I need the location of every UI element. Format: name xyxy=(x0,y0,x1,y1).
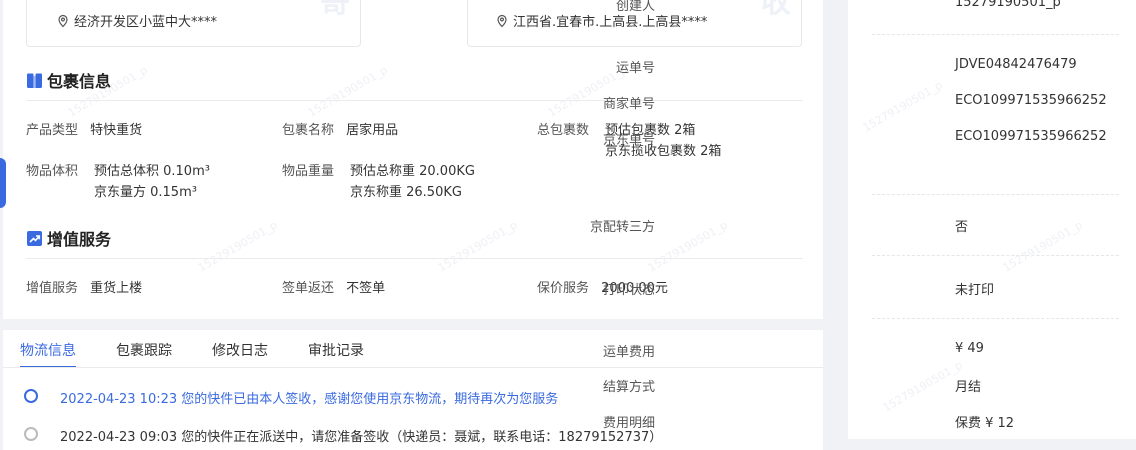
total-packages-label: 总包裹数 xyxy=(537,123,590,138)
waybill-fee-value: ¥ 49 xyxy=(955,341,984,356)
service-value: 重货上楼 xyxy=(90,281,143,296)
tab-change-log[interactable]: 修改日志 xyxy=(212,340,268,368)
sender-address: 经济开发区小蓝中大**** xyxy=(56,11,217,30)
tab-logistics-info[interactable]: 物流信息 xyxy=(20,340,76,368)
divider xyxy=(872,255,1119,257)
watermark: 15279190501_p xyxy=(195,218,280,275)
watermark: 15279190501_p xyxy=(880,358,965,415)
sender-address-text: 经济开发区小蓝中大**** xyxy=(74,15,218,30)
watermark: 15279190501_p xyxy=(1000,218,1085,275)
value-added-section-title: 增值服务 xyxy=(26,226,111,250)
weight-label-field: 物品重量 xyxy=(282,161,334,182)
jd-no-value: ECO109971535966252 xyxy=(955,129,1107,144)
settlement-value: 月结 xyxy=(955,380,982,395)
volume-measured: 京东量方 0.15m³ xyxy=(94,185,197,200)
product-type-label: 产品类型 xyxy=(26,123,79,138)
tab-package-tracking[interactable]: 包裹跟踪 xyxy=(116,340,172,368)
waybill-no-value: JDVE04842476479 xyxy=(955,57,1077,72)
volume-label: 物品体积 xyxy=(26,164,79,179)
fee-detail-value: 保费 ¥ 12 xyxy=(955,416,1015,431)
third-party-value: 否 xyxy=(955,220,969,235)
package-section-title-text: 包裹信息 xyxy=(47,72,112,91)
merchant-no-label: 商家单号 xyxy=(602,97,655,112)
location-pin-icon xyxy=(497,14,507,27)
tab-approval-records[interactable]: 审批记录 xyxy=(308,340,364,368)
waybill-no-label: 运单号 xyxy=(615,61,655,76)
package-section-title: 包裹信息 xyxy=(26,68,111,92)
log-entry: 2022-04-23 10:23 您的快件已由本人签收，感谢您使用京东物流，期待… xyxy=(60,392,559,407)
settlement-label: 结算方式 xyxy=(602,380,655,395)
package-name-value: 居家用品 xyxy=(346,123,399,138)
divider xyxy=(3,367,823,368)
divider xyxy=(26,100,803,101)
print-status-label: 打印状态 xyxy=(602,283,655,298)
receiver-address-text: 江西省.宜春市.上高县.上高县**** xyxy=(513,15,708,30)
volume-values: 预估总体积 0.10m³ 京东量方 0.15m³ xyxy=(94,161,210,203)
receiver-address: 江西省.宜春市.上高县.上高县**** xyxy=(495,11,707,30)
log-entry: 2022-04-23 09:03 您的快件正在派送中，请您准备签收（快递员：聂斌… xyxy=(60,430,663,445)
creator-value: 15279190501_p xyxy=(955,0,1061,10)
jd-no-label: 京东单号 xyxy=(602,133,655,148)
service-label: 增值服务 xyxy=(26,281,79,296)
receiver-badge: 收 xyxy=(761,0,791,20)
total-packages-field: 总包裹数 xyxy=(537,120,589,141)
log-tabs: 物流信息 包裹跟踪 修改日志 审批记录 xyxy=(20,340,404,368)
print-status-value: 未打印 xyxy=(955,283,995,298)
divider xyxy=(872,318,1119,320)
sender-card: 寄 经济开发区小蓝中大**** xyxy=(26,0,361,47)
watermark: 15279190501_p xyxy=(645,218,730,275)
sender-badge: 寄 xyxy=(320,0,350,20)
sign-return-value: 不签单 xyxy=(346,281,386,296)
sign-return-field: 签单返还 不签单 xyxy=(282,278,385,299)
product-type-value: 特快重货 xyxy=(90,123,143,138)
divider xyxy=(26,258,803,259)
timeline-dot xyxy=(24,389,38,403)
volume-estimated: 预估总体积 0.10m³ xyxy=(94,164,210,179)
weight-measured: 京东称重 26.50KG xyxy=(350,185,462,200)
watermark: 15279190501_p xyxy=(435,218,520,275)
weight-values: 预估总称重 20.00KG 京东称重 26.50KG xyxy=(350,161,475,203)
order-detail-panel: 寄 经济开发区小蓝中大**** 收 江西省.宜春市.上高县.上高县**** 包裹… xyxy=(3,0,823,319)
creator-label: 创建人 xyxy=(615,0,655,14)
package-name-label: 包裹名称 xyxy=(282,123,335,138)
product-type-field: 产品类型 特快重货 xyxy=(26,120,142,141)
trend-up-icon xyxy=(27,230,42,246)
watermark: 15279190501_p xyxy=(860,78,945,135)
weight-label: 物品重量 xyxy=(282,164,335,179)
divider xyxy=(872,194,1119,196)
order-info-sidebar: 创建人 15279190501_p 运单号 JDVE04842476479 商家… xyxy=(590,0,1136,439)
merchant-no-value: ECO109971535966252 xyxy=(955,93,1107,108)
package-icon xyxy=(27,73,42,88)
watermark: 15279190501_p xyxy=(305,63,390,120)
third-party-label: 京配转三方 xyxy=(589,220,655,235)
package-name-field: 包裹名称 居家用品 xyxy=(282,120,398,141)
weight-estimated: 预估总称重 20.00KG xyxy=(350,164,475,179)
fee-detail-label: 费用明细 xyxy=(602,416,655,431)
waybill-fee-label: 运单费用 xyxy=(602,345,655,360)
insurance-label: 保价服务 xyxy=(537,281,590,296)
side-collapse-handle[interactable] xyxy=(0,158,6,208)
value-added-section-title-text: 增值服务 xyxy=(47,230,112,249)
location-pin-icon xyxy=(58,14,68,27)
divider xyxy=(872,34,1119,36)
service-field: 增值服务 重货上楼 xyxy=(26,278,142,299)
logistics-log-panel: 物流信息 包裹跟踪 修改日志 审批记录 2022-04-23 10:23 您的快… xyxy=(3,330,823,450)
sign-return-label: 签单返还 xyxy=(282,281,335,296)
volume-label-field: 物品体积 xyxy=(26,161,78,182)
